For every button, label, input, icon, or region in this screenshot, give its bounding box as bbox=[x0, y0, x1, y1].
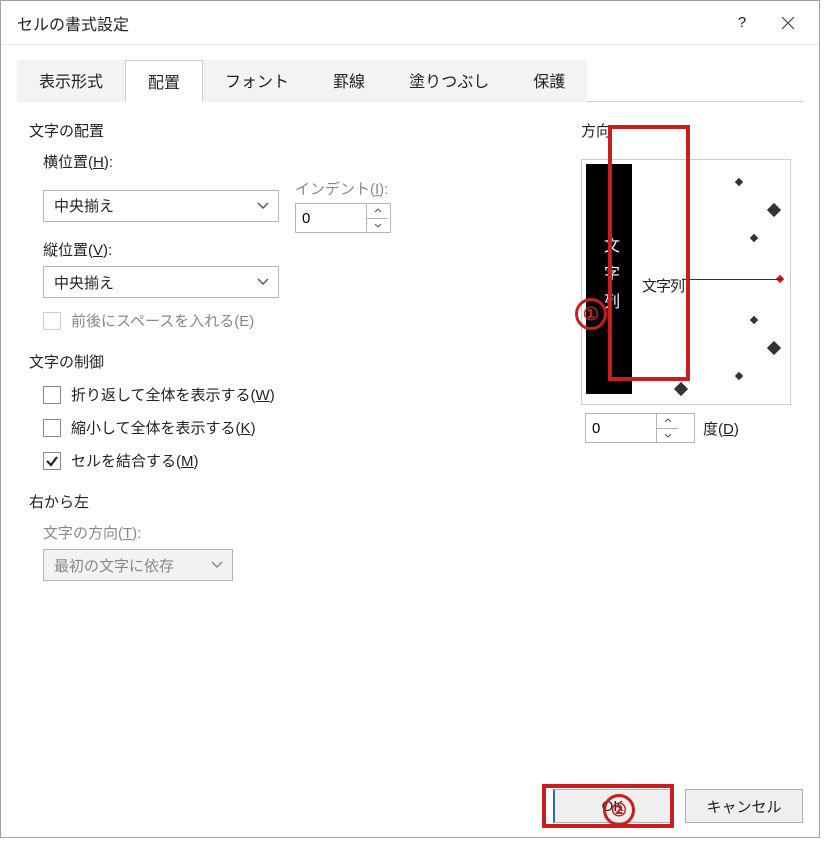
text-alignment-group-label: 文字の配置 bbox=[29, 120, 557, 141]
wrap-checkbox-row[interactable]: 折り返して全体を表示する(W) bbox=[43, 384, 557, 405]
degree-up-button[interactable] bbox=[657, 414, 678, 429]
annotation-number-2: ② bbox=[603, 794, 635, 826]
tab-alignment[interactable]: 配置 bbox=[125, 60, 203, 102]
indent-down-button[interactable] bbox=[367, 219, 388, 233]
horizontal-select[interactable]: 中央揃え bbox=[43, 190, 279, 222]
window-title: セルの書式設定 bbox=[17, 11, 719, 35]
horizontal-label: 横位置(H): bbox=[43, 151, 557, 172]
annotation-frame-1 bbox=[608, 125, 690, 381]
close-icon bbox=[781, 16, 795, 30]
wrap-checkbox[interactable] bbox=[43, 386, 61, 404]
text-direction-value: 最初の文字に依存 bbox=[54, 555, 174, 576]
space-checkbox bbox=[43, 312, 61, 330]
degree-label: 度(D) bbox=[703, 418, 739, 439]
tab-border[interactable]: 罫線 bbox=[311, 60, 387, 102]
indent-up-button[interactable] bbox=[367, 204, 388, 219]
arc-line bbox=[682, 279, 782, 280]
shrink-checkbox[interactable] bbox=[43, 419, 61, 437]
space-checkbox-row: 前後にスペースを入れる(E) bbox=[43, 310, 557, 331]
horizontal-row: 中央揃え インデント(I): bbox=[29, 178, 557, 233]
titlebar: セルの書式設定 ? bbox=[1, 1, 819, 45]
content-area: 表示形式 配置 フォント 罫線 塗りつぶし 保護 文字の配置 横位置(H): 中… bbox=[1, 45, 819, 837]
merge-checkbox[interactable] bbox=[43, 452, 61, 470]
chevron-down-icon bbox=[254, 273, 272, 291]
indent-input[interactable] bbox=[296, 204, 366, 232]
chevron-down-icon bbox=[208, 556, 226, 574]
text-direction-select: 最初の文字に依存 bbox=[43, 549, 233, 581]
indent-spinner[interactable] bbox=[295, 203, 391, 233]
vertical-label: 縦位置(V): bbox=[43, 239, 557, 260]
rtl-group-label: 右から左 bbox=[29, 491, 557, 512]
tab-font[interactable]: フォント bbox=[203, 60, 311, 102]
left-column: 文字の配置 横位置(H): 中央揃え インデント(I): bbox=[29, 120, 557, 581]
text-control-group-label: 文字の制御 bbox=[29, 351, 557, 372]
annotation-number-1: ① bbox=[575, 298, 607, 330]
indent-label: インデント(I): bbox=[295, 178, 391, 199]
close-button[interactable] bbox=[765, 6, 811, 40]
horizontal-value: 中央揃え bbox=[54, 195, 114, 216]
degree-down-button[interactable] bbox=[657, 429, 678, 443]
text-direction-label: 文字の方向(T): bbox=[43, 522, 557, 543]
tab-number-format[interactable]: 表示形式 bbox=[17, 60, 125, 102]
degree-spinner[interactable] bbox=[585, 413, 695, 443]
degree-input[interactable] bbox=[586, 414, 656, 442]
vertical-value: 中央揃え bbox=[54, 272, 114, 293]
shrink-label: 縮小して全体を表示する(K) bbox=[71, 417, 256, 438]
cancel-button[interactable]: キャンセル bbox=[685, 789, 803, 823]
wrap-label: 折り返して全体を表示する(W) bbox=[71, 384, 275, 405]
space-label: 前後にスペースを入れる(E) bbox=[71, 310, 254, 331]
tab-fill[interactable]: 塗りつぶし bbox=[387, 60, 511, 102]
vertical-select[interactable]: 中央揃え bbox=[43, 266, 279, 298]
merge-label: セルを結合する(M) bbox=[71, 450, 199, 471]
shrink-checkbox-row[interactable]: 縮小して全体を表示する(K) bbox=[43, 417, 557, 438]
help-button[interactable]: ? bbox=[719, 6, 765, 40]
tab-strip: 表示形式 配置 フォント 罫線 塗りつぶし 保護 bbox=[17, 59, 803, 102]
format-cells-dialog: セルの書式設定 ? 表示形式 配置 フォント 罫線 塗りつぶし 保護 文字の配置… bbox=[0, 0, 820, 838]
chevron-down-icon bbox=[254, 197, 272, 215]
tab-protection[interactable]: 保護 bbox=[511, 60, 587, 102]
merge-checkbox-row[interactable]: セルを結合する(M) bbox=[43, 450, 557, 471]
